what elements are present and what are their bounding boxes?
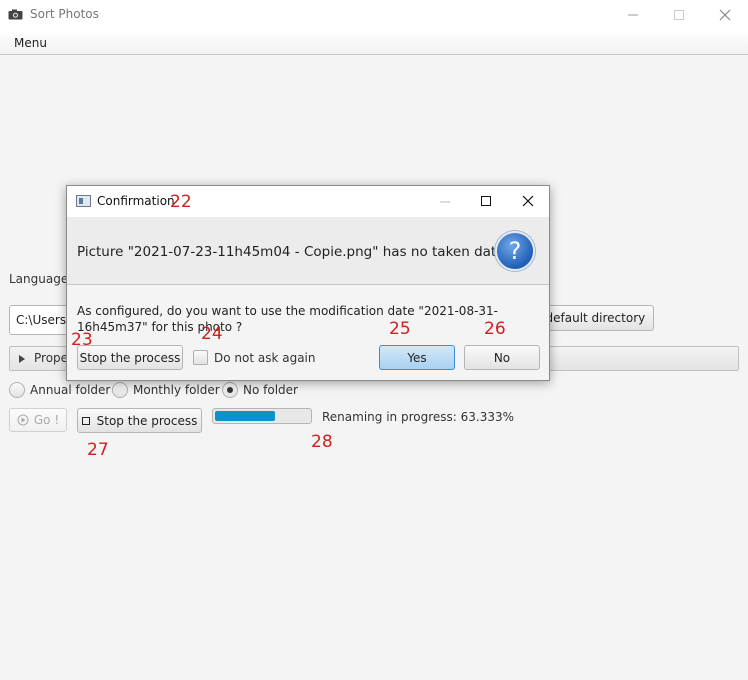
progress-status-text: Renaming in progress: 63.333% [322, 410, 515, 424]
camera-icon [8, 9, 23, 20]
window-titlebar: Sort Photos [0, 0, 748, 31]
dialog-window-icon [76, 195, 91, 207]
close-icon [719, 9, 731, 21]
dialog-titlebar: Confirmation [67, 186, 549, 217]
go-button-label: Go ! [33, 413, 60, 427]
annotation-23: 23 [71, 330, 93, 350]
minimize-button[interactable] [610, 0, 656, 31]
dialog-title: Confirmation [97, 194, 175, 208]
annotation-27: 27 [87, 440, 109, 460]
menu-bar: Menu [0, 31, 748, 55]
annotation-26: 26 [484, 319, 506, 339]
language-label: Language: [9, 272, 73, 286]
dialog-close-button[interactable] [509, 186, 549, 217]
maximize-button[interactable] [656, 0, 702, 31]
question-icon: ? [495, 231, 535, 271]
maximize-icon [674, 10, 684, 20]
radio-monthly-folder[interactable] [112, 382, 128, 398]
stop-process-button[interactable]: Stop the process [77, 408, 202, 433]
dialog-minimize-button[interactable] [425, 186, 465, 217]
window-title: Sort Photos [30, 7, 99, 21]
progress-fill [215, 411, 275, 421]
maximize-icon [481, 196, 491, 206]
radio-no-folder-label: No folder [243, 383, 298, 397]
annotation-22: 22 [170, 192, 192, 212]
menu-item-menu[interactable]: Menu [14, 36, 47, 50]
radio-monthly-folder-label: Monthly folder [133, 383, 220, 397]
dialog-header-message: Picture "2021-07-23-11h45m04 - Copie.png… [77, 244, 509, 260]
close-button[interactable] [702, 0, 748, 31]
annotation-24: 24 [201, 324, 223, 344]
renaming-progress-bar [212, 408, 312, 424]
annotation-25: 25 [389, 319, 411, 339]
yes-button[interactable]: Yes [379, 345, 455, 370]
minimize-icon [440, 201, 450, 203]
radio-selected-dot [227, 387, 233, 393]
dialog-stop-process-button[interactable]: Stop the process [77, 345, 183, 370]
annotation-28: 28 [311, 432, 333, 452]
stop-square-icon [81, 416, 90, 425]
stop-process-button-label: Stop the process [96, 413, 198, 428]
radio-annual-folder[interactable] [9, 382, 25, 398]
dialog-header: Picture "2021-07-23-11h45m04 - Copie.png… [67, 217, 549, 285]
confirmation-dialog: Confirmation Picture "2021-07-23-11h45m0… [66, 185, 550, 381]
close-icon [522, 195, 534, 207]
go-button[interactable]: Go ! [9, 408, 67, 432]
do-not-ask-again-checkbox[interactable] [193, 350, 208, 365]
minimize-icon [628, 14, 638, 16]
dialog-content-text: As configured, do you want to use the mo… [77, 304, 499, 334]
do-not-ask-again-label: Do not ask again [214, 351, 316, 365]
no-button[interactable]: No [464, 345, 540, 370]
play-circle-icon [17, 414, 29, 426]
dialog-maximize-button[interactable] [467, 186, 507, 217]
radio-annual-folder-label: Annual folder [30, 383, 111, 397]
expand-arrow-icon [19, 355, 25, 363]
radio-no-folder[interactable] [222, 382, 238, 398]
